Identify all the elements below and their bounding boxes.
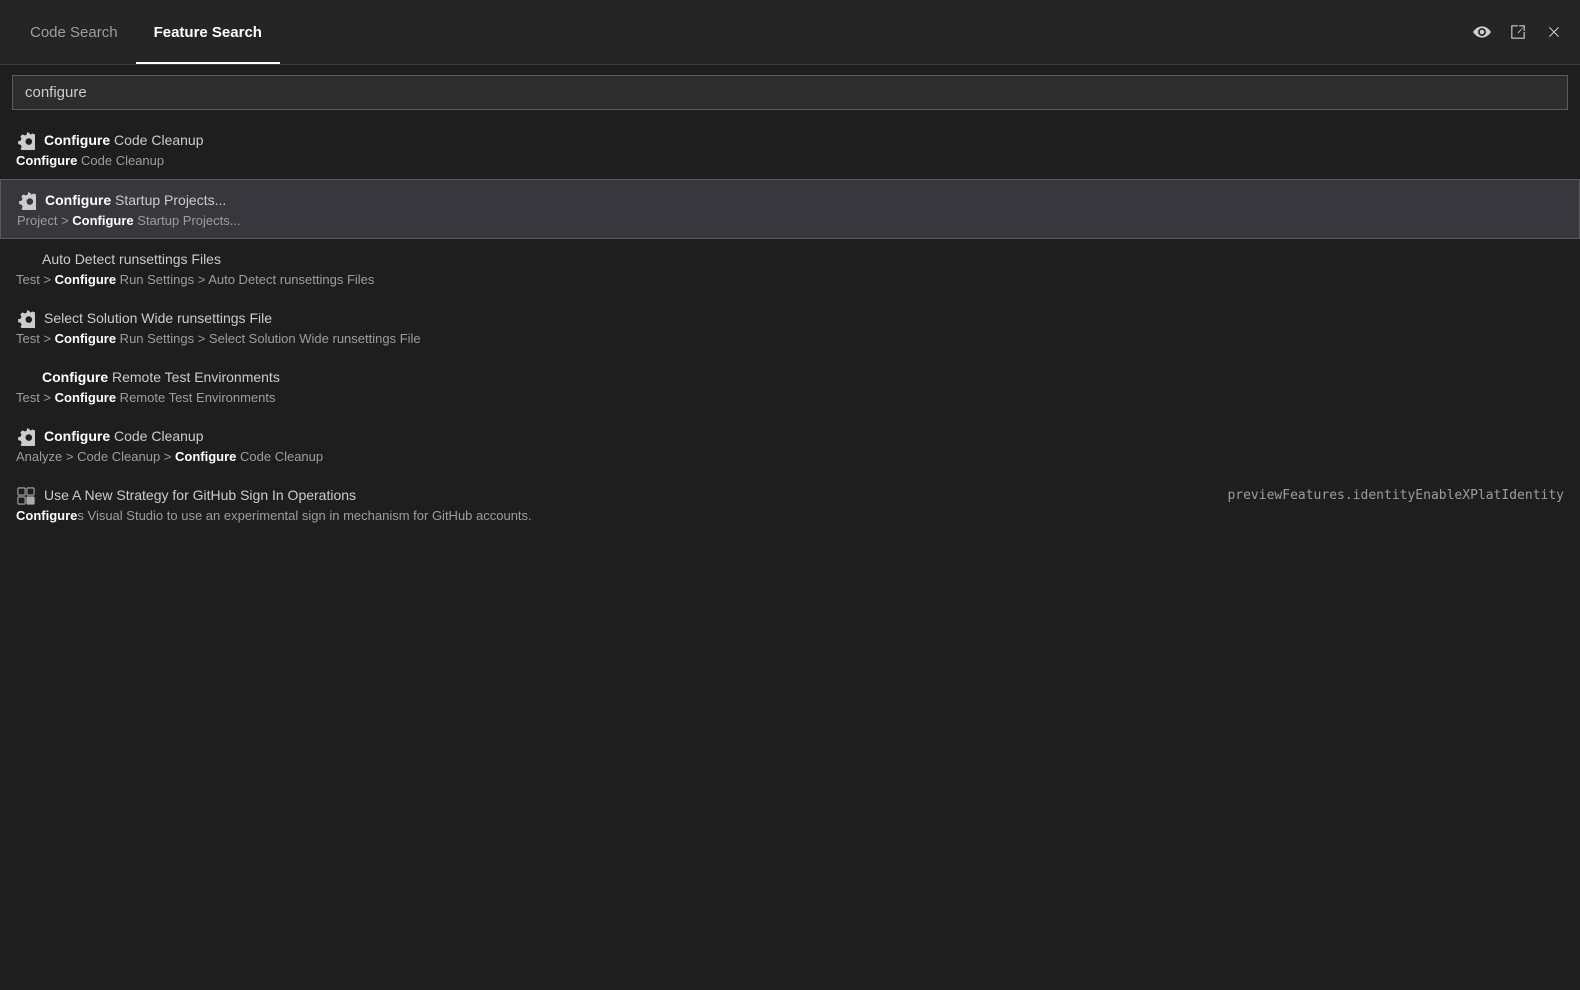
result-title: Use A New Strategy for GitHub Sign In Op… xyxy=(16,485,1564,506)
github-icon xyxy=(16,486,36,506)
list-item[interactable]: Configure Code Cleanup Configure Code Cl… xyxy=(0,120,1580,179)
list-item[interactable]: Select Solution Wide runsettings File Te… xyxy=(0,298,1580,357)
close-icon xyxy=(1546,24,1562,40)
result-title-text: Select Solution Wide runsettings File xyxy=(44,308,272,329)
result-subtitle: Configures Visual Studio to use an exper… xyxy=(16,508,1564,523)
result-subtitle: Configure Code Cleanup xyxy=(16,153,1564,168)
list-item[interactable]: Configure Remote Test Environments Test … xyxy=(0,357,1580,416)
result-title-text: Use A New Strategy for GitHub Sign In Op… xyxy=(44,485,356,506)
list-item[interactable]: Configure Startup Projects... Project > … xyxy=(0,179,1580,239)
result-title: Configure Code Cleanup xyxy=(16,130,1564,151)
feature-tag: previewFeatures.identityEnableXPlatIdent… xyxy=(1227,486,1564,506)
gear-icon xyxy=(16,131,36,151)
results-list: Configure Code Cleanup Configure Code Cl… xyxy=(0,120,1580,534)
result-title: Configure Remote Test Environments xyxy=(16,367,1564,388)
list-item[interactable]: Auto Detect runsettings Files Test > Con… xyxy=(0,239,1580,298)
result-subtitle: Test > Configure Remote Test Environment… xyxy=(16,390,1564,405)
result-subtitle: Project > Configure Startup Projects... xyxy=(17,213,1563,228)
search-input[interactable] xyxy=(12,75,1568,110)
popout-icon xyxy=(1509,23,1527,41)
result-subtitle: Test > Configure Run Settings > Auto Det… xyxy=(16,272,1564,287)
result-title: Select Solution Wide runsettings File xyxy=(16,308,1564,329)
tab-feature-search[interactable]: Feature Search xyxy=(136,0,280,64)
result-title-text: Configure Remote Test Environments xyxy=(42,367,280,388)
gear-icon xyxy=(17,191,37,211)
popout-button[interactable] xyxy=(1504,18,1532,46)
result-title-text: Configure Startup Projects... xyxy=(45,190,226,211)
gear-icon xyxy=(16,309,36,329)
gear-icon xyxy=(16,427,36,447)
tab-code-search-label: Code Search xyxy=(30,24,118,41)
result-title-text: Auto Detect runsettings Files xyxy=(42,249,221,270)
close-button[interactable] xyxy=(1540,18,1568,46)
eye-icon xyxy=(1473,23,1491,41)
tab-feature-search-label: Feature Search xyxy=(154,24,262,41)
result-title: Configure Code Cleanup xyxy=(16,426,1564,447)
tab-code-search[interactable]: Code Search xyxy=(12,0,136,64)
list-item[interactable]: Configure Code Cleanup Analyze > Code Cl… xyxy=(0,416,1580,475)
result-subtitle: Analyze > Code Cleanup > Configure Code … xyxy=(16,449,1564,464)
result-subtitle: Test > Configure Run Settings > Select S… xyxy=(16,331,1564,346)
list-item[interactable]: Use A New Strategy for GitHub Sign In Op… xyxy=(0,475,1580,534)
title-bar-actions xyxy=(1468,18,1568,46)
result-title-text: Configure Code Cleanup xyxy=(44,426,204,447)
preview-button[interactable] xyxy=(1468,18,1496,46)
title-bar: Code Search Feature Search xyxy=(0,0,1580,65)
result-title: Configure Startup Projects... xyxy=(17,190,1563,211)
search-container xyxy=(0,65,1580,120)
result-title: Auto Detect runsettings Files xyxy=(16,249,1564,270)
result-title-text: Configure Code Cleanup xyxy=(44,130,204,151)
